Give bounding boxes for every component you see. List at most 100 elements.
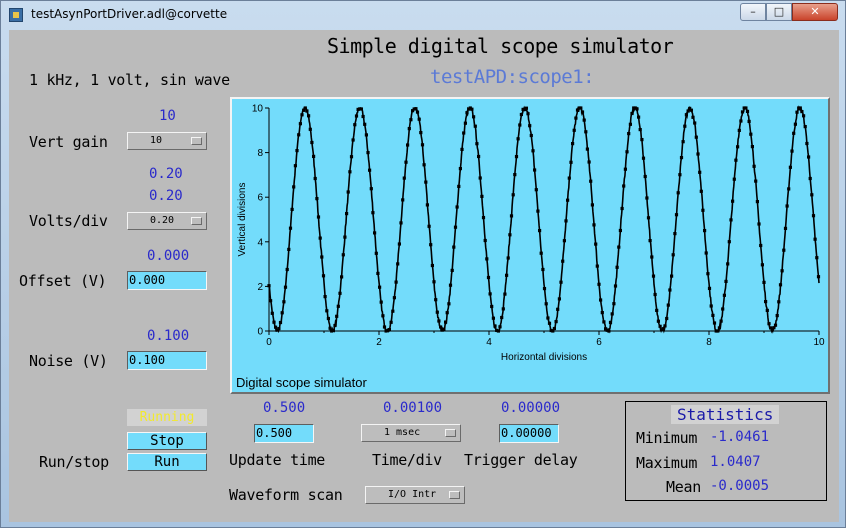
minimum-label: Minimum	[636, 429, 698, 447]
waveform-point	[670, 274, 674, 278]
waveform-point	[679, 156, 684, 160]
waveform-point	[389, 320, 393, 324]
waveform-point	[387, 328, 391, 332]
waveform-point	[703, 229, 707, 233]
waveform-point	[572, 128, 576, 132]
waveform-point	[345, 212, 349, 216]
waveform-point	[566, 198, 570, 202]
waveform-point	[425, 203, 429, 207]
waveform-point	[287, 247, 291, 251]
run-stop-label: Run/stop	[39, 453, 109, 471]
waveform-point	[640, 138, 644, 142]
waveform-point	[755, 200, 759, 204]
trigger-delay-entry[interactable]: 0.00000	[499, 424, 559, 443]
update-time-entry[interactable]: 0.500	[254, 424, 314, 443]
time-div-menu[interactable]: 1 msec	[361, 424, 461, 442]
waveform-point	[623, 167, 627, 171]
waveform-point	[404, 160, 408, 164]
waveform-point	[783, 226, 788, 230]
waveform-point	[607, 329, 611, 333]
waveform-point	[635, 107, 639, 111]
title-bar[interactable]: testAsynPortDriver.adl@corvette – □ ✕	[1, 1, 845, 29]
waveform-point	[608, 320, 613, 324]
waveform-point	[397, 242, 401, 246]
waveform-point	[693, 121, 697, 125]
waveform-point	[435, 310, 439, 314]
waveform-point	[277, 327, 281, 331]
waveform-point	[338, 291, 342, 295]
waveform-point	[574, 116, 578, 120]
waveform-point	[795, 110, 799, 114]
waveform-point	[750, 145, 754, 149]
waveform-point	[597, 282, 601, 286]
waveform-point	[754, 179, 758, 183]
waveform-point	[744, 106, 748, 110]
waveform-point	[453, 225, 458, 229]
waveform-point	[307, 114, 311, 118]
waveform-point	[571, 142, 575, 146]
y-axis-title: Vertical divisions	[237, 183, 248, 257]
trigger-delay-readback: 0.00000	[501, 400, 561, 416]
waveform-scan-menu[interactable]: I/O Intr	[365, 486, 465, 504]
waveform-point	[674, 213, 679, 217]
waveform-point	[376, 271, 380, 275]
volts-div-menu[interactable]: 0.20	[127, 212, 207, 230]
waveform-point	[450, 268, 454, 272]
vert-gain-label: Vert gain	[29, 133, 108, 151]
waveform-point	[354, 114, 359, 118]
waveform-point	[599, 298, 603, 302]
waveform-point	[658, 324, 662, 328]
waveform-point	[666, 303, 670, 307]
waveform-point	[488, 292, 492, 296]
waveform-point	[762, 280, 766, 284]
waveform-point	[396, 262, 400, 266]
noise-entry[interactable]: 0.100	[127, 351, 207, 370]
waveform-point	[505, 273, 509, 277]
waveform-point	[509, 214, 514, 218]
time-div-readback: 0.00100	[383, 400, 443, 416]
update-time-label: Update time	[229, 451, 326, 469]
offset-entry[interactable]: 0.000	[127, 271, 207, 290]
waveform-point	[310, 140, 314, 145]
statistics-title: Statistics	[671, 405, 780, 424]
waveform-point	[788, 165, 792, 169]
waveform-point	[638, 128, 642, 132]
waveform-point	[506, 256, 510, 260]
y-tick-label: 10	[252, 104, 264, 115]
time-div-menu-value: 1 msec	[384, 427, 421, 438]
waveform-point	[341, 253, 345, 257]
waveform-point	[650, 255, 654, 259]
y-tick-label: 2	[257, 282, 263, 293]
waveform-point	[267, 284, 271, 288]
waveform-point	[531, 149, 535, 153]
waveform-point	[379, 300, 383, 304]
waveform-point	[533, 168, 537, 172]
waveform-point	[455, 205, 459, 209]
waveform-point	[557, 297, 561, 301]
run-button[interactable]: Run	[127, 453, 207, 471]
waveform-point	[452, 245, 456, 249]
waveform-point	[727, 240, 731, 244]
maximize-button[interactable]: □	[766, 3, 792, 21]
waveform-point	[475, 142, 479, 146]
waveform-point	[785, 204, 789, 208]
waveform-point	[554, 320, 558, 324]
waveform-point	[501, 307, 505, 311]
waveform-point	[752, 164, 756, 168]
waveform-point	[678, 173, 682, 177]
waveform-point	[343, 235, 347, 239]
close-button[interactable]: ✕	[792, 3, 838, 21]
waveform-point	[782, 248, 786, 252]
waveform-point	[546, 316, 550, 320]
waveform-point	[536, 209, 540, 213]
minimize-button[interactable]: –	[740, 3, 766, 21]
waveform-point	[810, 193, 814, 197]
waveform-point	[409, 118, 413, 122]
vert-gain-menu[interactable]: 10	[127, 132, 207, 150]
stop-button[interactable]: Stop	[127, 432, 207, 450]
waveform-point	[798, 106, 802, 110]
waveform-point	[803, 125, 807, 129]
waveform-point	[486, 275, 491, 280]
waveform-point	[529, 133, 533, 138]
waveform-point	[288, 226, 293, 230]
